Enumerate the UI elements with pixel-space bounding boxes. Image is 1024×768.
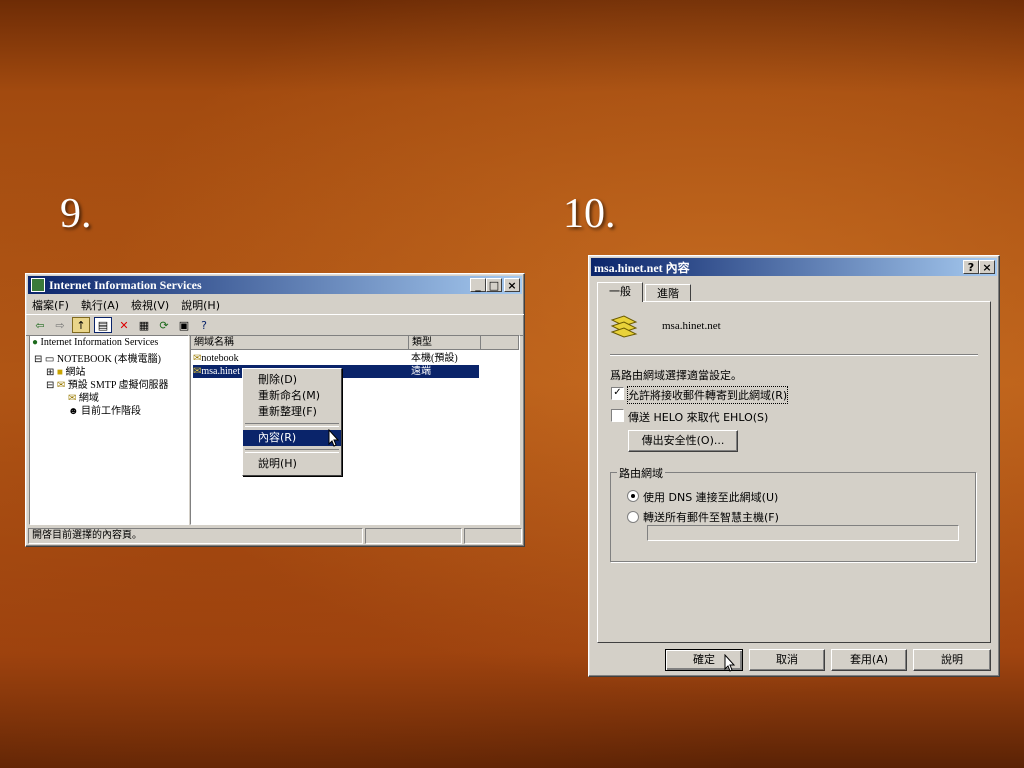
column-header-blank xyxy=(481,336,519,350)
list-row-notebook[interactable]: ✉notebook 本機(預設) xyxy=(193,352,483,365)
iis-titlebar[interactable]: Internet Information Services _ □ × xyxy=(28,276,522,294)
menu-view[interactable]: 檢視(V) xyxy=(131,297,169,313)
tree-sessions[interactable]: ☻ 目前工作階段 xyxy=(68,402,141,417)
delete-icon[interactable]: ✕ xyxy=(116,318,132,332)
intro-text: 爲路由網域選擇適當設定。 xyxy=(610,369,742,382)
divider xyxy=(610,354,978,356)
relay-checkbox-label[interactable]: 允許將接收郵件轉寄到此網域(R) xyxy=(626,386,789,404)
dns-radio[interactable] xyxy=(627,490,639,502)
route-domain-group-label: 路由網域 xyxy=(617,465,665,481)
column-header-type[interactable]: 類型 xyxy=(409,336,481,350)
tab-general[interactable]: 一般 xyxy=(597,282,643,302)
mouse-pointer-icon xyxy=(328,429,340,447)
iis-app-icon xyxy=(31,278,45,292)
context-menu: 刪除(D) 重新命名(M) 重新整理(F) 內容(R) 說明(H) xyxy=(242,368,342,476)
helo-checkbox-label[interactable]: 傳送 HELO 來取代 EHLO(S) xyxy=(628,409,768,425)
relay-checkbox[interactable]: ✓ xyxy=(611,387,624,400)
outbound-security-button[interactable]: 傳出安全性(O)... xyxy=(628,430,738,452)
apply-button[interactable]: 套用(A) xyxy=(831,649,907,671)
forward-icon[interactable]: ⇨ xyxy=(52,318,68,332)
domain-name-label: msa.hinet.net xyxy=(662,320,721,332)
dialog-title: msa.hinet.net 內容 xyxy=(594,260,690,275)
iis-window-title: Internet Information Services xyxy=(49,277,202,292)
iis-globe-icon: ● xyxy=(32,337,39,348)
dialog-close-button[interactable]: × xyxy=(979,260,995,274)
ctx-refresh[interactable]: 重新整理(F) xyxy=(243,404,341,420)
tree-smtp-server[interactable]: ⊟ ✉ 預設 SMTP 虛擬伺服器 xyxy=(46,376,169,391)
helo-checkbox[interactable] xyxy=(611,409,624,422)
menu-action[interactable]: 執行(A) xyxy=(81,297,119,313)
iis-toolbar: ⇦ ⇨ ↑ ▤ ✕ ▦ ⟳ ▣ ? xyxy=(26,314,524,336)
maximize-button[interactable]: □ xyxy=(486,278,502,292)
smtp-server-icon: ✉ xyxy=(56,380,66,391)
ctx-properties[interactable]: 內容(R) xyxy=(243,430,341,446)
iis-menubar: 檔案(F) 執行(A) 檢視(V) 說明(H) xyxy=(26,296,524,314)
sessions-icon: ☻ xyxy=(68,406,79,417)
domain-list-pane[interactable]: 網域名稱 類型 ✉notebook 本機(預設) ✉msa.hinet 遠端 xyxy=(190,335,520,525)
iis-window: Internet Information Services _ □ × 檔案(F… xyxy=(25,273,525,547)
ctx-separator xyxy=(245,449,339,453)
context-help-button[interactable]: ? xyxy=(963,260,979,274)
menu-file[interactable]: 檔案(F) xyxy=(32,297,69,313)
iis-statusbar: 開啓目前選擇的內容頁。 xyxy=(28,528,522,544)
ctx-rename[interactable]: 重新命名(M) xyxy=(243,388,341,404)
menu-help[interactable]: 說明(H) xyxy=(181,297,220,313)
tab-advanced[interactable]: 進階 xyxy=(645,284,691,302)
tab-panel: msa.hinet.net 爲路由網域選擇適當設定。 ✓ 允許將接收郵件轉寄到此… xyxy=(597,301,991,643)
slide-label-9: 9. xyxy=(60,191,92,237)
back-icon[interactable]: ⇦ xyxy=(32,318,48,332)
dialog-titlebar[interactable]: msa.hinet.net 內容 ? × xyxy=(591,258,997,276)
refresh-icon[interactable]: ⟳ xyxy=(156,318,172,332)
route-domain-group: 路由網域 使用 DNS 連接至此網域(U) 轉送所有郵件至智慧主機(F) xyxy=(610,465,976,562)
minimize-button[interactable]: _ xyxy=(470,278,486,292)
smarthost-input[interactable] xyxy=(647,525,959,541)
tree-root[interactable]: ● Internet Information Services xyxy=(32,337,158,348)
slide-label-10: 10. xyxy=(563,191,616,237)
close-button[interactable]: × xyxy=(504,278,520,292)
mouse-pointer-icon xyxy=(724,654,736,672)
smarthost-radio-label[interactable]: 轉送所有郵件至智慧主機(F) xyxy=(643,509,779,525)
status-text: 開啓目前選擇的內容頁。 xyxy=(28,528,363,544)
export-icon[interactable]: ▣ xyxy=(176,318,192,332)
dns-radio-label[interactable]: 使用 DNS 連接至此網域(U) xyxy=(643,489,778,505)
smarthost-radio[interactable] xyxy=(627,511,639,523)
ctx-separator xyxy=(245,423,339,427)
ctx-delete[interactable]: 刪除(D) xyxy=(243,372,341,388)
status-panel-2 xyxy=(365,528,462,544)
ctx-help[interactable]: 說明(H) xyxy=(243,456,341,472)
properties-dialog: msa.hinet.net 內容 ? × 一般 進階 msa.hinet.net… xyxy=(588,255,1000,677)
help-button[interactable]: 說明 xyxy=(913,649,991,671)
domain-icon xyxy=(610,315,638,338)
show-tree-icon[interactable]: ▤ xyxy=(94,317,112,333)
cancel-button[interactable]: 取消 xyxy=(749,649,825,671)
column-header-domain-name[interactable]: 網域名稱 xyxy=(191,336,409,350)
help-icon[interactable]: ? xyxy=(196,318,212,332)
properties-icon[interactable]: ▦ xyxy=(136,318,152,332)
tree-pane[interactable]: ● Internet Information Services ⊟ ▭ NOTE… xyxy=(29,335,189,525)
status-panel-3 xyxy=(464,528,522,544)
up-folder-icon[interactable]: ↑ xyxy=(72,317,90,333)
